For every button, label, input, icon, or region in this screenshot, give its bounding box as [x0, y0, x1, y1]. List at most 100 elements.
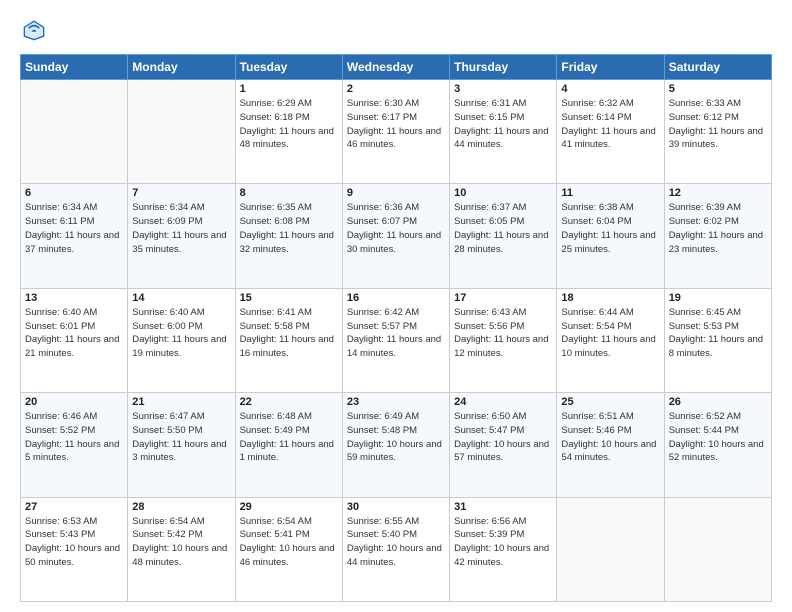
- calendar-cell: 29 Sunrise: 6:54 AMSunset: 5:41 PMDayligh…: [235, 497, 342, 601]
- calendar-cell: 15Sunrise: 6:41 AMSunset: 5:58 PMDayligh…: [235, 288, 342, 392]
- calendar-week-3: 20Sunrise: 6:46 AMSunset: 5:52 PMDayligh…: [21, 393, 772, 497]
- day-number: 11: [561, 187, 659, 199]
- day-number: 23: [347, 396, 445, 408]
- day-number: 24: [454, 396, 552, 408]
- calendar-cell: 2 Sunrise: 6:30 AMSunset: 6:17 PMDaylight…: [342, 80, 449, 184]
- day-number: 30: [347, 501, 445, 513]
- calendar-cell: 20Sunrise: 6:46 AMSunset: 5:52 PMDayligh…: [21, 393, 128, 497]
- calendar-header-row: SundayMondayTuesdayWednesdayThursdayFrid…: [21, 55, 772, 80]
- calendar-week-4: 27 Sunrise: 6:53 AMSunset: 5:43 PMDayligh…: [21, 497, 772, 601]
- calendar-cell: 24 Sunrise: 6:50 AMSunset: 5:47 PMDayligh…: [450, 393, 557, 497]
- calendar-week-0: 1 Sunrise: 6:29 AMSunset: 6:18 PMDaylight…: [21, 80, 772, 184]
- cell-text: Sunrise: 6:42 AMSunset: 5:57 PMDaylight:…: [347, 306, 445, 361]
- day-number: 27: [25, 501, 123, 513]
- calendar-cell: 8 Sunrise: 6:35 AMSunset: 6:08 PMDaylight…: [235, 184, 342, 288]
- day-number: 8: [240, 187, 338, 199]
- day-number: 29: [240, 501, 338, 513]
- cell-text: Sunrise: 6:31 AMSunset: 6:15 PMDaylight:…: [454, 97, 552, 152]
- cell-text: Sunrise: 6:43 AMSunset: 5:56 PMDaylight:…: [454, 306, 552, 361]
- cell-text: Sunrise: 6:50 AMSunset: 5:47 PMDaylight:…: [454, 410, 552, 465]
- day-header-friday: Friday: [557, 55, 664, 80]
- cell-text: Sunrise: 6:47 AMSunset: 5:50 PMDaylight:…: [132, 410, 230, 465]
- calendar-cell: 3 Sunrise: 6:31 AMSunset: 6:15 PMDaylight…: [450, 80, 557, 184]
- cell-text: Sunrise: 6:53 AMSunset: 5:43 PMDaylight:…: [25, 515, 123, 570]
- cell-text: Sunrise: 6:44 AMSunset: 5:54 PMDaylight:…: [561, 306, 659, 361]
- cell-text: Sunrise: 6:39 AMSunset: 6:02 PMDaylight:…: [669, 201, 767, 256]
- calendar-cell: 23Sunrise: 6:49 AMSunset: 5:48 PMDayligh…: [342, 393, 449, 497]
- day-number: 6: [25, 187, 123, 199]
- day-number: 7: [132, 187, 230, 199]
- calendar-cell: 17Sunrise: 6:43 AMSunset: 5:56 PMDayligh…: [450, 288, 557, 392]
- calendar-cell: 13 Sunrise: 6:40 AMSunset: 6:01 PMDayligh…: [21, 288, 128, 392]
- cell-text: Sunrise: 6:34 AMSunset: 6:11 PMDaylight:…: [25, 201, 123, 256]
- day-number: 13: [25, 292, 123, 304]
- cell-text: Sunrise: 6:56 AMSunset: 5:39 PMDaylight:…: [454, 515, 552, 570]
- cell-text: Sunrise: 6:38 AMSunset: 6:04 PMDaylight:…: [561, 201, 659, 256]
- calendar-cell: 28Sunrise: 6:54 AMSunset: 5:42 PMDayligh…: [128, 497, 235, 601]
- day-number: 2: [347, 83, 445, 95]
- cell-text: Sunrise: 6:35 AMSunset: 6:08 PMDaylight:…: [240, 201, 338, 256]
- day-number: 25: [561, 396, 659, 408]
- day-number: 18: [561, 292, 659, 304]
- calendar-table: SundayMondayTuesdayWednesdayThursdayFrid…: [20, 54, 772, 602]
- day-number: 4: [561, 83, 659, 95]
- day-header-monday: Monday: [128, 55, 235, 80]
- logo: [20, 16, 52, 44]
- day-number: 1: [240, 83, 338, 95]
- day-header-wednesday: Wednesday: [342, 55, 449, 80]
- calendar-week-1: 6 Sunrise: 6:34 AMSunset: 6:11 PMDaylight…: [21, 184, 772, 288]
- calendar-cell: 9 Sunrise: 6:36 AMSunset: 6:07 PMDaylight…: [342, 184, 449, 288]
- day-number: 5: [669, 83, 767, 95]
- cell-text: Sunrise: 6:48 AMSunset: 5:49 PMDaylight:…: [240, 410, 338, 465]
- calendar-cell: 7 Sunrise: 6:34 AMSunset: 6:09 PMDaylight…: [128, 184, 235, 288]
- cell-text: Sunrise: 6:54 AMSunset: 5:41 PMDaylight:…: [240, 515, 338, 570]
- cell-text: Sunrise: 6:55 AMSunset: 5:40 PMDaylight:…: [347, 515, 445, 570]
- day-header-sunday: Sunday: [21, 55, 128, 80]
- calendar-cell: 22Sunrise: 6:48 AMSunset: 5:49 PMDayligh…: [235, 393, 342, 497]
- calendar-cell: 19 Sunrise: 6:45 AMSunset: 5:53 PMDayligh…: [664, 288, 771, 392]
- day-header-thursday: Thursday: [450, 55, 557, 80]
- page-header: [20, 16, 772, 44]
- cell-text: Sunrise: 6:36 AMSunset: 6:07 PMDaylight:…: [347, 201, 445, 256]
- calendar-cell: 10Sunrise: 6:37 AMSunset: 6:05 PMDayligh…: [450, 184, 557, 288]
- calendar-cell: [557, 497, 664, 601]
- cell-text: Sunrise: 6:40 AMSunset: 6:00 PMDaylight:…: [132, 306, 230, 361]
- calendar-cell: 12 Sunrise: 6:39 AMSunset: 6:02 PMDayligh…: [664, 184, 771, 288]
- day-number: 3: [454, 83, 552, 95]
- calendar-cell: [128, 80, 235, 184]
- calendar-cell: 5 Sunrise: 6:33 AMSunset: 6:12 PMDaylight…: [664, 80, 771, 184]
- day-number: 21: [132, 396, 230, 408]
- day-number: 12: [669, 187, 767, 199]
- calendar-cell: 26Sunrise: 6:52 AMSunset: 5:44 PMDayligh…: [664, 393, 771, 497]
- day-header-saturday: Saturday: [664, 55, 771, 80]
- cell-text: Sunrise: 6:34 AMSunset: 6:09 PMDaylight:…: [132, 201, 230, 256]
- calendar-cell: [664, 497, 771, 601]
- calendar-cell: 21 Sunrise: 6:47 AMSunset: 5:50 PMDayligh…: [128, 393, 235, 497]
- calendar-cell: 31 Sunrise: 6:56 AMSunset: 5:39 PMDayligh…: [450, 497, 557, 601]
- day-number: 16: [347, 292, 445, 304]
- calendar-cell: 11 Sunrise: 6:38 AMSunset: 6:04 PMDayligh…: [557, 184, 664, 288]
- calendar-cell: 1 Sunrise: 6:29 AMSunset: 6:18 PMDaylight…: [235, 80, 342, 184]
- logo-icon: [20, 16, 48, 44]
- cell-text: Sunrise: 6:51 AMSunset: 5:46 PMDaylight:…: [561, 410, 659, 465]
- day-number: 15: [240, 292, 338, 304]
- day-number: 9: [347, 187, 445, 199]
- day-number: 31: [454, 501, 552, 513]
- cell-text: Sunrise: 6:54 AMSunset: 5:42 PMDaylight:…: [132, 515, 230, 570]
- calendar-cell: 14Sunrise: 6:40 AMSunset: 6:00 PMDayligh…: [128, 288, 235, 392]
- calendar-cell: 18 Sunrise: 6:44 AMSunset: 5:54 PMDayligh…: [557, 288, 664, 392]
- cell-text: Sunrise: 6:52 AMSunset: 5:44 PMDaylight:…: [669, 410, 767, 465]
- cell-text: Sunrise: 6:29 AMSunset: 6:18 PMDaylight:…: [240, 97, 338, 152]
- cell-text: Sunrise: 6:30 AMSunset: 6:17 PMDaylight:…: [347, 97, 445, 152]
- day-number: 19: [669, 292, 767, 304]
- calendar-cell: 16 Sunrise: 6:42 AMSunset: 5:57 PMDayligh…: [342, 288, 449, 392]
- calendar-cell: 4Sunrise: 6:32 AMSunset: 6:14 PMDaylight…: [557, 80, 664, 184]
- calendar-cell: 6 Sunrise: 6:34 AMSunset: 6:11 PMDaylight…: [21, 184, 128, 288]
- day-number: 10: [454, 187, 552, 199]
- cell-text: Sunrise: 6:33 AMSunset: 6:12 PMDaylight:…: [669, 97, 767, 152]
- cell-text: Sunrise: 6:40 AMSunset: 6:01 PMDaylight:…: [25, 306, 123, 361]
- cell-text: Sunrise: 6:45 AMSunset: 5:53 PMDaylight:…: [669, 306, 767, 361]
- calendar-week-2: 13 Sunrise: 6:40 AMSunset: 6:01 PMDayligh…: [21, 288, 772, 392]
- day-header-tuesday: Tuesday: [235, 55, 342, 80]
- calendar-cell: 25 Sunrise: 6:51 AMSunset: 5:46 PMDayligh…: [557, 393, 664, 497]
